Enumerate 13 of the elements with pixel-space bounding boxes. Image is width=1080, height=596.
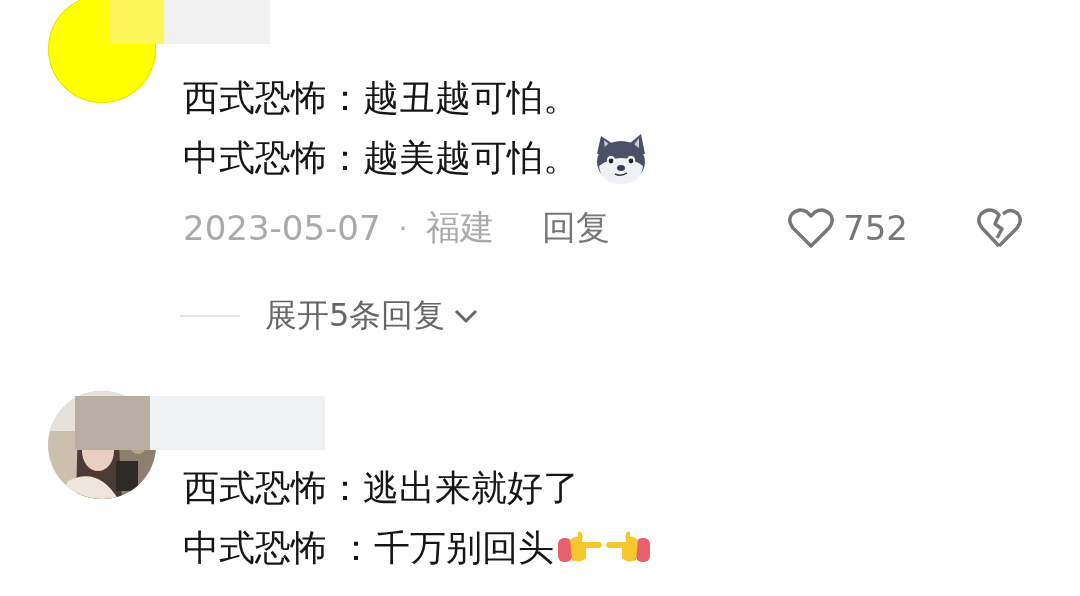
- separator-dot: ·: [398, 211, 408, 245]
- comment-date: 2023-05-07: [183, 208, 381, 248]
- reply-button[interactable]: 回复: [541, 205, 610, 251]
- comment-text: 西式恐怖：越丑越可怕。: [183, 75, 579, 120]
- chevron-down-icon: [453, 307, 480, 325]
- comment-text: 西式恐怖：逃出来就好了: [183, 465, 579, 510]
- like-count: 752: [843, 208, 908, 248]
- expand-replies-button[interactable]: 展开5条回复: [265, 294, 480, 338]
- broken-heart-icon: [976, 206, 1022, 250]
- comment-text: 中式恐怖：越美越可怕。: [183, 135, 579, 180]
- comment-text: 中式恐怖 ：千万别回头: [183, 525, 555, 570]
- location-text: 福建: [425, 206, 494, 249]
- heart-icon: [787, 206, 836, 250]
